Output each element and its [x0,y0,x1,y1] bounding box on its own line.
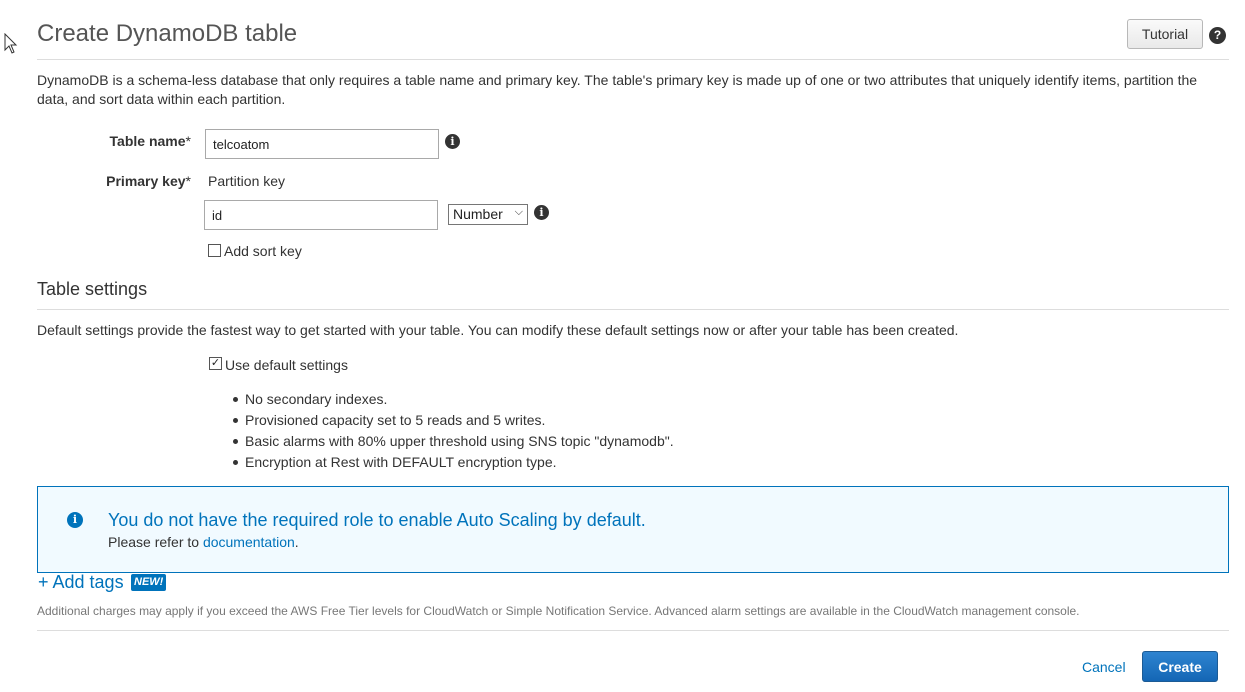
primary-key-label-text: Primary key [106,173,186,189]
partition-key-info-icon[interactable]: i [534,205,549,220]
header-divider [37,59,1229,60]
default-settings-list: No secondary indexes. Provisioned capaci… [233,390,674,474]
use-default-settings-label[interactable]: Use default settings [225,357,348,373]
table-name-input[interactable] [205,129,439,159]
chevron-down-icon: ⌵ [514,206,523,218]
mouse-cursor-icon [4,33,18,54]
table-name-label-text: Table name [109,133,186,149]
help-icon[interactable]: ? [1209,27,1226,44]
documentation-link[interactable]: documentation [203,534,295,550]
add-sort-key-checkbox[interactable] [208,244,221,257]
list-item: Basic alarms with 80% upper threshold us… [233,432,674,453]
footer-divider [37,630,1229,631]
add-tags-link[interactable]: + Add tags [38,572,124,593]
new-badge: NEW! [131,574,167,591]
charges-footnote: Additional charges may apply if you exce… [37,604,1080,618]
partition-key-label: Partition key [208,173,286,189]
list-item: Encryption at Rest with DEFAULT encrypti… [233,453,674,474]
notice-text: Please refer to documentation. [108,534,299,550]
page-title: Create DynamoDB table [37,20,298,47]
intro-text: DynamoDB is a schema-less database that … [37,72,1198,107]
notice-title: You do not have the required role to ena… [108,510,646,530]
partition-key-input[interactable] [204,200,438,230]
use-default-settings-checkbox[interactable]: ✓ [209,357,222,370]
notice-text-suffix: . [294,534,299,550]
auto-scaling-notice: i You do not have the required role to e… [37,486,1229,573]
table-name-info-icon[interactable]: i [445,134,460,149]
notice-text-prefix: Please refer to [108,534,200,550]
settings-description: Default settings provide the fastest way… [37,322,959,338]
required-mark: * [185,133,191,149]
add-sort-key-label[interactable]: Add sort key [224,243,302,259]
table-settings-title: Table settings [37,279,148,299]
settings-divider [37,309,1229,310]
required-mark: * [185,173,191,189]
list-item: No secondary indexes. [233,390,674,411]
create-button[interactable]: Create [1142,651,1218,682]
list-item: Provisioned capacity set to 5 reads and … [233,411,674,432]
primary-key-label: Primary key* [60,173,191,189]
info-icon: i [67,512,83,528]
key-type-selected: Number [453,206,503,222]
cancel-button[interactable]: Cancel [1082,659,1126,675]
table-name-label: Table name* [60,133,191,149]
tutorial-button[interactable]: Tutorial [1127,19,1203,49]
key-type-select[interactable]: Number ⌵ [448,204,528,225]
